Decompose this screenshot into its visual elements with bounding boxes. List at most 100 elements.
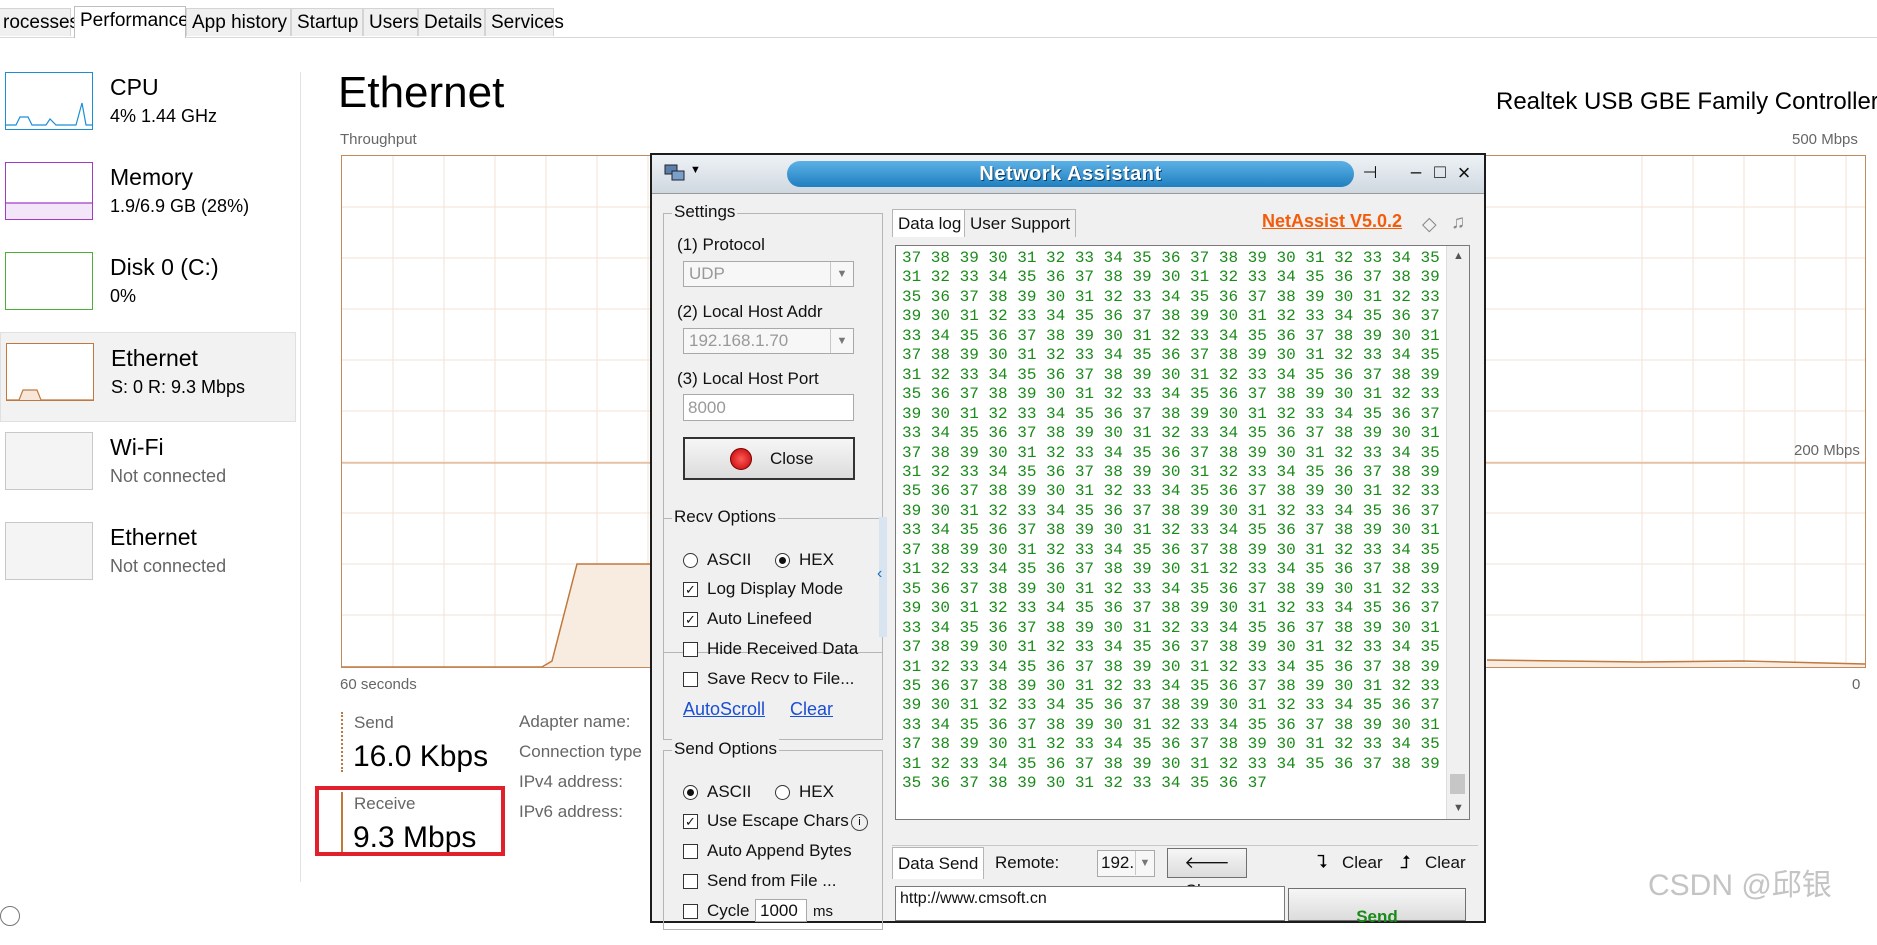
cycle-checkbox[interactable] <box>683 904 698 919</box>
info-icon[interactable]: i <box>851 814 868 831</box>
log-line: 31 32 33 34 35 36 37 38 39 30 31 32 33 3… <box>902 754 1469 773</box>
escape-chars-label: Use Escape Chars <box>707 811 849 830</box>
minimize-button[interactable]: – <box>1404 161 1428 185</box>
network-app-icon[interactable] <box>664 164 686 182</box>
netassist-brand-link[interactable]: NetAssist V5.0.2 <box>1262 211 1402 232</box>
host-port-input[interactable]: 8000 <box>683 394 854 421</box>
log-line: 35 36 37 38 39 30 31 32 33 34 35 36 37 3… <box>902 482 1469 501</box>
tab-app-history[interactable]: App history <box>186 8 291 36</box>
disk-thumbnail <box>5 252 93 310</box>
tab-user-support[interactable]: User Support <box>964 209 1077 237</box>
close-button-label: Close <box>770 449 814 468</box>
cycle-label: Cycle <box>707 901 750 920</box>
recv-options-legend: Recv Options <box>672 507 779 527</box>
clear-down-icon[interactable]: ⮧ <box>1317 852 1328 873</box>
watermark: CSDN @邱银 <box>1648 869 1832 902</box>
remote-label: Remote: <box>995 853 1060 872</box>
log-line: 39 30 31 32 33 34 35 36 37 38 39 30 31 3… <box>902 696 1469 715</box>
ipv4-label: IPv4 address: <box>519 772 623 791</box>
app-menu-arrow-icon[interactable]: ▼ <box>690 164 701 176</box>
sidebar-item-cpu[interactable]: CPU 4% 1.44 GHz <box>0 62 296 152</box>
recv-ascii-label: ASCII <box>707 550 752 569</box>
auto-append-label: Auto Append Bytes <box>707 841 852 860</box>
recv-clear-link[interactable]: Clear <box>790 699 833 720</box>
send-from-file-checkbox[interactable] <box>683 874 698 889</box>
hide-received-label: Hide Received Data <box>707 639 859 658</box>
ms-label: ms <box>813 903 833 920</box>
sidebar-item-memory[interactable]: Memory 1.9/6.9 GB (28%) <box>0 152 296 242</box>
fewer-details-icon[interactable] <box>0 906 20 926</box>
clear-up-icon[interactable]: ⮥ <box>1400 852 1411 873</box>
remote-value: 192. <box>1101 853 1135 872</box>
status-red-icon <box>730 448 752 470</box>
log-line: 35 36 37 38 39 30 31 32 33 34 35 36 37 3… <box>902 579 1469 598</box>
send-text-value: http://www.cmsoft.cn <box>900 890 1047 907</box>
host-addr-select[interactable]: 192.168.1.70 ▼ <box>683 328 854 354</box>
sidebar-item-disk[interactable]: Disk 0 (C:) 0% <box>0 242 296 332</box>
tab-data-log[interactable]: Data log <box>892 209 968 237</box>
clear-recv-label[interactable]: Clear <box>1425 853 1466 873</box>
tab-services[interactable]: Services <box>485 8 564 36</box>
clean-button[interactable]: 🡐 Clean <box>1167 848 1247 900</box>
log-line: 33 34 35 36 37 38 39 30 31 32 33 34 35 3… <box>902 521 1469 540</box>
na-titlebar[interactable]: ▼ Network Assistant ⊣ – □ × <box>652 155 1484 194</box>
log-scrollbar[interactable]: ▲ ▼ <box>1446 246 1469 819</box>
send-hex-radio[interactable] <box>775 785 790 800</box>
scroll-thumb[interactable] <box>1450 774 1465 794</box>
log-line: 31 32 33 34 35 36 37 38 39 30 31 32 33 3… <box>902 657 1469 676</box>
diamond-icon[interactable]: ◇ <box>1422 213 1437 236</box>
sidebar-subtitle: 4% 1.44 GHz <box>110 106 218 126</box>
scroll-down-icon[interactable]: ▼ <box>1453 802 1464 814</box>
autoscroll-link[interactable]: AutoScroll <box>683 699 765 720</box>
recv-hex-radio[interactable] <box>775 553 790 568</box>
memory-mini-graph <box>6 202 92 219</box>
chevron-left-icon[interactable]: ‹ <box>877 565 882 583</box>
bell-icon[interactable]: ♫ <box>1451 212 1465 234</box>
send-text-input[interactable]: http://www.cmsoft.cn <box>895 886 1285 921</box>
sidebar-item-ethernet[interactable]: Ethernet S: 0 R: 9.3 Mbps <box>0 332 296 422</box>
log-line: 31 32 33 34 35 36 37 38 39 30 31 32 33 3… <box>902 365 1469 384</box>
adapter-name: Realtek USB GBE Family Controller <box>1496 88 1877 115</box>
page-title: Ethernet <box>338 68 505 117</box>
sidebar-item-ethernet-2[interactable]: Ethernet Not connected <box>0 512 296 602</box>
log-line: 37 38 39 30 31 32 33 34 35 36 37 38 39 3… <box>902 443 1469 462</box>
send-value: 16.0 Kbps <box>353 740 489 773</box>
save-recv-label: Save Recv to File... <box>707 669 855 688</box>
tab-users[interactable]: Users <box>363 8 419 36</box>
log-display-checkbox[interactable]: ✓ <box>683 582 698 597</box>
close-window-button[interactable]: × <box>1452 161 1476 185</box>
tab-performance[interactable]: Performance <box>74 6 189 38</box>
save-recv-checkbox[interactable] <box>683 672 698 687</box>
log-line: 39 30 31 32 33 34 35 36 37 38 39 30 31 3… <box>902 307 1469 326</box>
cycle-interval-input[interactable]: 1000 <box>755 899 807 922</box>
arrow-left-icon: 🡐 <box>1184 853 1230 872</box>
send-from-file-label: Send from File ... <box>707 871 837 890</box>
tab-details[interactable]: Details <box>418 8 485 36</box>
remote-select[interactable]: 192. ▼ <box>1097 850 1155 877</box>
auto-append-checkbox[interactable] <box>683 844 698 859</box>
cpu-thumbnail <box>5 72 93 130</box>
data-send-tab[interactable]: Data Send <box>892 847 985 879</box>
send-ascii-radio[interactable] <box>683 785 698 800</box>
sidebar-item-wifi[interactable]: Wi-Fi Not connected <box>0 422 296 512</box>
protocol-select[interactable]: UDP ▼ <box>683 261 854 287</box>
auto-linefeed-checkbox[interactable]: ✓ <box>683 612 698 627</box>
tab-processes[interactable]: rocesses <box>0 8 79 36</box>
recv-ascii-radio[interactable] <box>683 553 698 568</box>
data-log-area[interactable]: 37 38 39 30 31 32 33 34 35 36 37 38 39 3… <box>895 245 1470 820</box>
send-button[interactable]: Send <box>1288 888 1466 926</box>
sidebar-subtitle: Not connected <box>110 556 227 576</box>
hide-received-checkbox[interactable] <box>683 642 698 657</box>
clear-send-label[interactable]: Clear <box>1342 853 1383 873</box>
sidebar-title: CPU <box>110 74 159 100</box>
pin-icon[interactable]: ⊣ <box>1358 161 1382 185</box>
tab-startup[interactable]: Startup <box>291 8 363 36</box>
maximize-button[interactable]: □ <box>1428 161 1452 185</box>
escape-chars-checkbox[interactable]: ✓ <box>683 814 698 829</box>
close-connection-button[interactable]: Close <box>683 437 855 480</box>
scroll-up-icon[interactable]: ▲ <box>1453 250 1464 262</box>
send-ascii-label: ASCII <box>707 782 752 801</box>
send-label: Send <box>354 713 394 732</box>
send-indicator <box>341 712 343 772</box>
taskmgr-tabs: rocesses Performance App history Startup… <box>0 6 1877 38</box>
